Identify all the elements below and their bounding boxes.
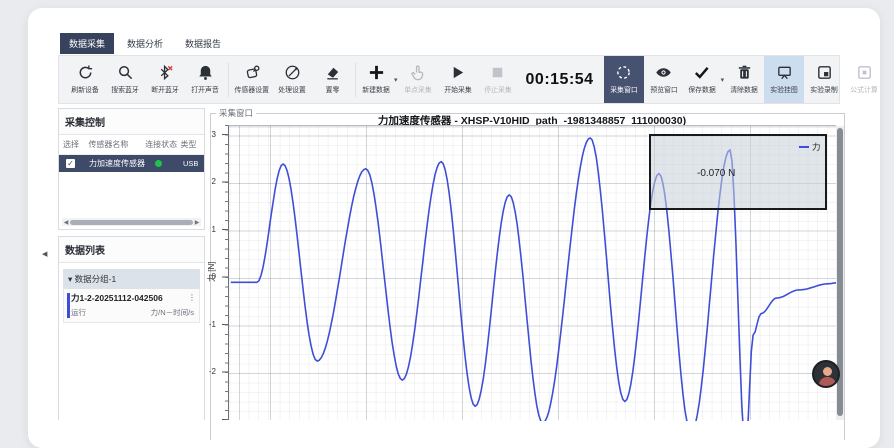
item-accent-bar	[67, 293, 70, 318]
sensor-type: USB	[183, 159, 198, 168]
dashed-circle-icon	[615, 64, 632, 81]
scroll-left-icon[interactable]: ◀	[62, 219, 70, 226]
item-axes: 力/N－时间/s	[151, 307, 194, 318]
tab-data-collect[interactable]: 数据采集	[60, 33, 114, 54]
collect-timer: 00:15:54	[526, 71, 594, 89]
search-bluetooth-button[interactable]: 搜索蓝牙	[105, 56, 145, 103]
scroll-right-icon[interactable]: ▶	[193, 219, 201, 226]
y-tick-label: 2	[212, 177, 216, 186]
item-status: 运行	[71, 307, 86, 318]
tab-data-report[interactable]: 数据报告	[176, 33, 230, 54]
experiment-record-button[interactable]: 实验录制	[804, 56, 844, 103]
toolbar-separator	[355, 63, 356, 97]
sidebar-collapse-icon[interactable]: ◀	[42, 250, 47, 258]
trash-icon	[736, 64, 753, 81]
toolbar: 刷新设备 搜索蓝牙 断开蓝牙 打开声音 传感器设置 处理设置 置零	[58, 55, 840, 104]
save-data-button[interactable]: 保存数据	[684, 56, 720, 103]
open-sound-button[interactable]: 打开声音	[185, 56, 225, 103]
horizontal-scrollbar[interactable]: ◀ ▶	[62, 218, 201, 226]
record-icon	[816, 64, 833, 81]
refresh-icon	[77, 64, 94, 81]
chart-legend: 力	[799, 141, 821, 153]
item-title: 力1-2-20251112-042506	[71, 292, 194, 304]
data-list-item[interactable]: 力1-2-20251112-042506 运行 力/N－时间/s ⋮	[63, 289, 200, 323]
sensor-name: 力加速度传感器	[89, 158, 147, 169]
collect-control-panel: 采集控制 选择 传感器名称 连接状态 类型 ✓ 力加速度传感器 USB ◀ ▶	[58, 108, 205, 230]
chart-plot-area[interactable]: 力 -0.070 N	[228, 125, 836, 420]
sensor-table-header: 选择 传感器名称 连接状态 类型	[59, 135, 204, 155]
data-group-header[interactable]: ▾ 数据分组-1	[63, 269, 200, 289]
collect-window-button[interactable]: 采集窗口	[604, 56, 644, 103]
start-collect-button[interactable]: 开始采集	[438, 56, 478, 103]
eraser-icon	[324, 64, 341, 81]
formula-icon	[856, 64, 873, 81]
main-tab-bar: 数据采集 数据分析 数据报告	[60, 33, 230, 54]
disconnect-bluetooth-button[interactable]: 断开蓝牙	[145, 56, 185, 103]
zero-button[interactable]: 置零	[312, 56, 352, 103]
search-icon	[117, 64, 134, 81]
clear-data-button[interactable]: 清除数据	[724, 56, 764, 103]
y-tick-label: 3	[212, 130, 216, 139]
assistant-avatar-button[interactable]	[812, 360, 840, 388]
y-tick-label: -2	[209, 367, 216, 376]
tab-data-analysis[interactable]: 数据分析	[118, 33, 172, 54]
sensor-settings-button[interactable]: 传感器设置	[232, 56, 272, 103]
sensor-row[interactable]: ✓ 力加速度传感器 USB	[59, 155, 204, 172]
stop-collect-button[interactable]: 停止采集	[478, 56, 518, 103]
refresh-devices-button[interactable]: 刷新设备	[65, 56, 105, 103]
legend-label: 力	[812, 141, 821, 153]
bell-icon	[197, 64, 214, 81]
board-icon	[776, 64, 793, 81]
plus-icon	[368, 64, 385, 81]
process-settings-button[interactable]: 处理设置	[272, 56, 312, 103]
y-tick-label: 1	[212, 225, 216, 234]
dial-pencil-icon	[284, 64, 301, 81]
status-dot	[155, 160, 162, 167]
sensor-icon	[244, 64, 261, 81]
sensor-checkbox[interactable]: ✓	[66, 159, 75, 168]
check-icon	[693, 64, 710, 81]
legend-line-swatch	[799, 146, 809, 148]
avatar	[823, 367, 832, 376]
toolbar-separator	[228, 63, 229, 97]
formula-calc-button[interactable]: 公式计算	[844, 56, 884, 103]
collect-control-title: 采集控制	[59, 109, 204, 135]
value-annotation: -0.070 N	[697, 168, 735, 179]
hand-point-icon	[409, 64, 426, 81]
data-list-title: 数据列表	[59, 237, 204, 263]
preview-window-button[interactable]: 预览窗口	[644, 56, 684, 103]
experiment-chart-button[interactable]: 实验挂图	[764, 56, 804, 103]
eye-icon	[655, 64, 672, 81]
data-list-panel: 数据列表 ▾ 数据分组-1 力1-2-20251112-042506 运行 力/…	[58, 236, 205, 420]
y-axis-name: 力 [N]	[206, 262, 217, 282]
y-tick-label: -1	[209, 320, 216, 329]
scrollbar-thumb[interactable]	[70, 220, 193, 225]
play-icon	[449, 64, 466, 81]
point-sample-button[interactable]: 单点采集	[398, 56, 438, 103]
stop-icon	[489, 64, 506, 81]
item-menu-icon[interactable]: ⋮	[188, 293, 196, 302]
bluetooth-disconnect-icon	[157, 64, 174, 81]
new-data-button[interactable]: 新建数据	[359, 56, 393, 103]
